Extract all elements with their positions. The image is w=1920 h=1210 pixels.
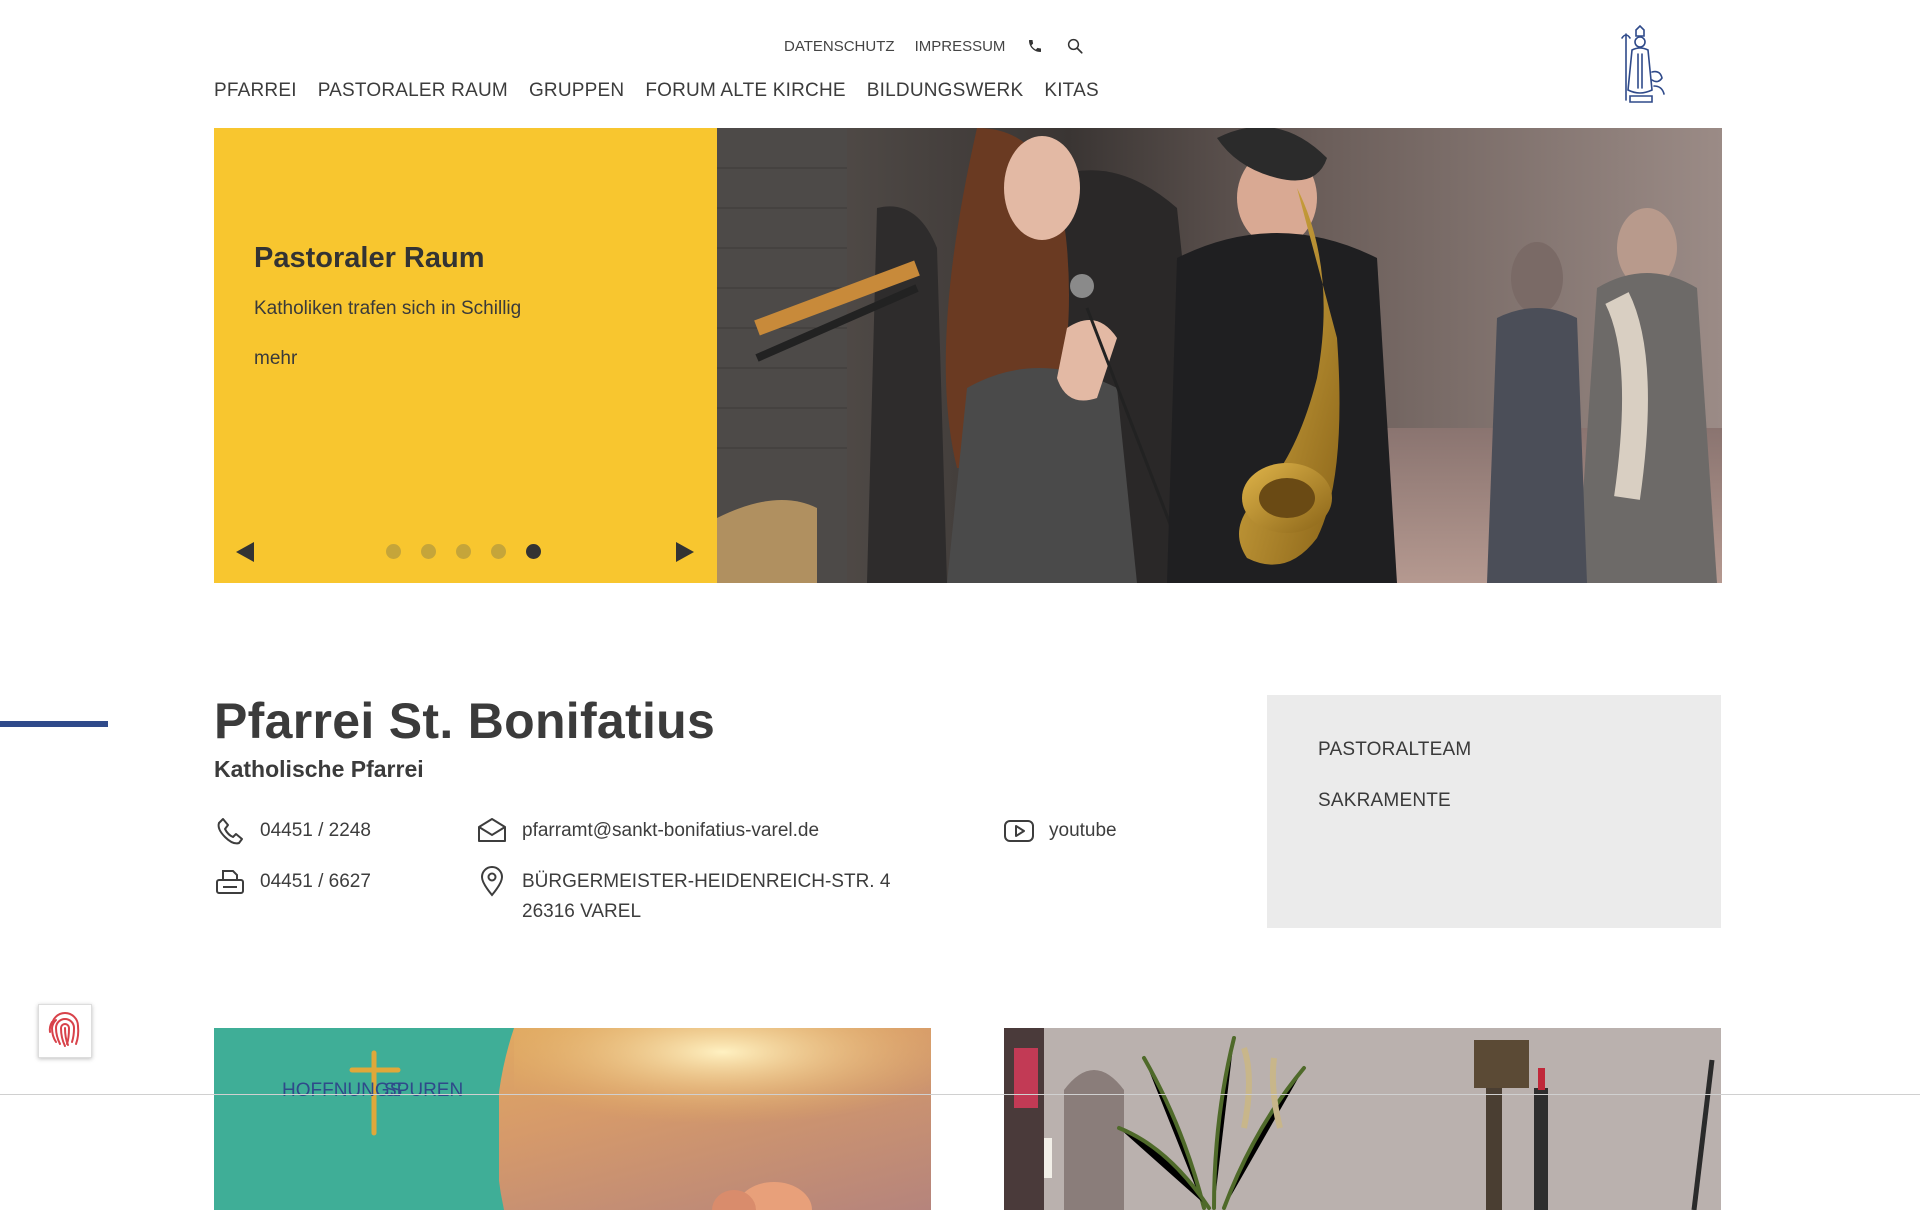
slider-dots: [386, 544, 541, 559]
quick-links-box: PASTORALTEAM SAKRAMENTE: [1267, 695, 1721, 928]
hero-text-panel: Pastoraler Raum Katholiken trafen sich i…: [214, 128, 717, 583]
top-utility-bar: DATENSCHUTZ IMPRESSUM: [784, 34, 1085, 58]
email-address: pfarramt@sankt-bonifatius-varel.de: [522, 820, 820, 841]
youtube-link: youtube: [1049, 820, 1117, 841]
phone-number: 04451 / 2248: [260, 820, 371, 841]
address-street: BÜRGERMEISTER-HEIDENREICH-STR. 4: [522, 871, 891, 892]
youtube-play-icon: [1003, 815, 1035, 847]
page-divider-line: [0, 1094, 1920, 1095]
nav-item-gruppen[interactable]: GRUPPEN: [529, 80, 624, 102]
accent-line: [0, 721, 108, 727]
nav-item-forum-alte-kirche[interactable]: FORUM ALTE KIRCHE: [645, 80, 845, 102]
church-altar-image: [1004, 1028, 1721, 1210]
hero-photo-musicians: [717, 128, 1722, 583]
hoffnungsspuren-image: HOFFNUNGS SPUREN: [214, 1028, 931, 1210]
slider-next-arrow-icon[interactable]: [676, 542, 694, 562]
nav-item-kitas[interactable]: KITAS: [1044, 80, 1099, 102]
teaser-hoffnungsspuren[interactable]: HOFFNUNGS SPUREN: [214, 1028, 931, 1210]
contact-email[interactable]: pfarramt@sankt-bonifatius-varel.de: [476, 815, 819, 847]
spuren-logo-text: SPUREN: [384, 1080, 463, 1101]
hero-title: Pastoraler Raum: [254, 242, 485, 274]
teaser-church-altar[interactable]: [1004, 1028, 1721, 1210]
hero-more-link[interactable]: mehr: [254, 348, 297, 370]
slider-dot-3[interactable]: [456, 544, 471, 559]
nav-item-bildungswerk[interactable]: BILDUNGSWERK: [867, 80, 1024, 102]
contact-phone[interactable]: 04451 / 2248: [214, 815, 371, 847]
nav-item-pastoraler-raum[interactable]: PASTORALER RAUM: [318, 80, 508, 102]
slider-dot-2[interactable]: [421, 544, 436, 559]
fax-printer-icon: [214, 866, 246, 898]
phone-icon[interactable]: [1025, 36, 1045, 56]
fax-number: 04451 / 6627: [260, 871, 371, 892]
slider-dot-1[interactable]: [386, 544, 401, 559]
cookie-consent-button[interactable]: [38, 1004, 92, 1058]
hero-slider: Pastoraler Raum Katholiken trafen sich i…: [214, 128, 1722, 583]
slider-prev-arrow-icon[interactable]: [236, 542, 254, 562]
contact-youtube[interactable]: youtube: [1003, 815, 1117, 847]
parish-logo[interactable]: [1608, 24, 1672, 108]
mail-envelope-icon: [476, 815, 508, 847]
page-subtitle: Katholische Pfarrei: [214, 756, 424, 782]
contact-address[interactable]: BÜRGERMEISTER-HEIDENREICH-STR. 4 26316 V…: [476, 866, 890, 927]
slider-dot-4[interactable]: [491, 544, 506, 559]
main-navigation: PFARREI PASTORALER RAUM GRUPPEN FORUM AL…: [214, 80, 1099, 102]
link-sakramente[interactable]: SAKRAMENTE: [1318, 790, 1451, 812]
fingerprint-icon: [44, 1008, 86, 1055]
page-title: Pfarrei St. Bonifatius: [214, 693, 716, 749]
link-pastoralteam[interactable]: PASTORALTEAM: [1318, 739, 1471, 761]
contact-fax: 04451 / 6627: [214, 866, 371, 898]
slider-dot-5[interactable]: [526, 544, 541, 559]
search-icon[interactable]: [1065, 36, 1085, 56]
address-city: 26316 VAREL: [522, 901, 642, 922]
phone-icon: [214, 815, 246, 847]
impressum-link[interactable]: IMPRESSUM: [915, 38, 1006, 55]
location-pin-icon: [476, 866, 508, 898]
datenschutz-link[interactable]: DATENSCHUTZ: [784, 38, 895, 55]
hero-subtitle: Katholiken trafen sich in Schillig: [254, 298, 522, 319]
nav-item-pfarrei[interactable]: PFARREI: [214, 80, 297, 102]
